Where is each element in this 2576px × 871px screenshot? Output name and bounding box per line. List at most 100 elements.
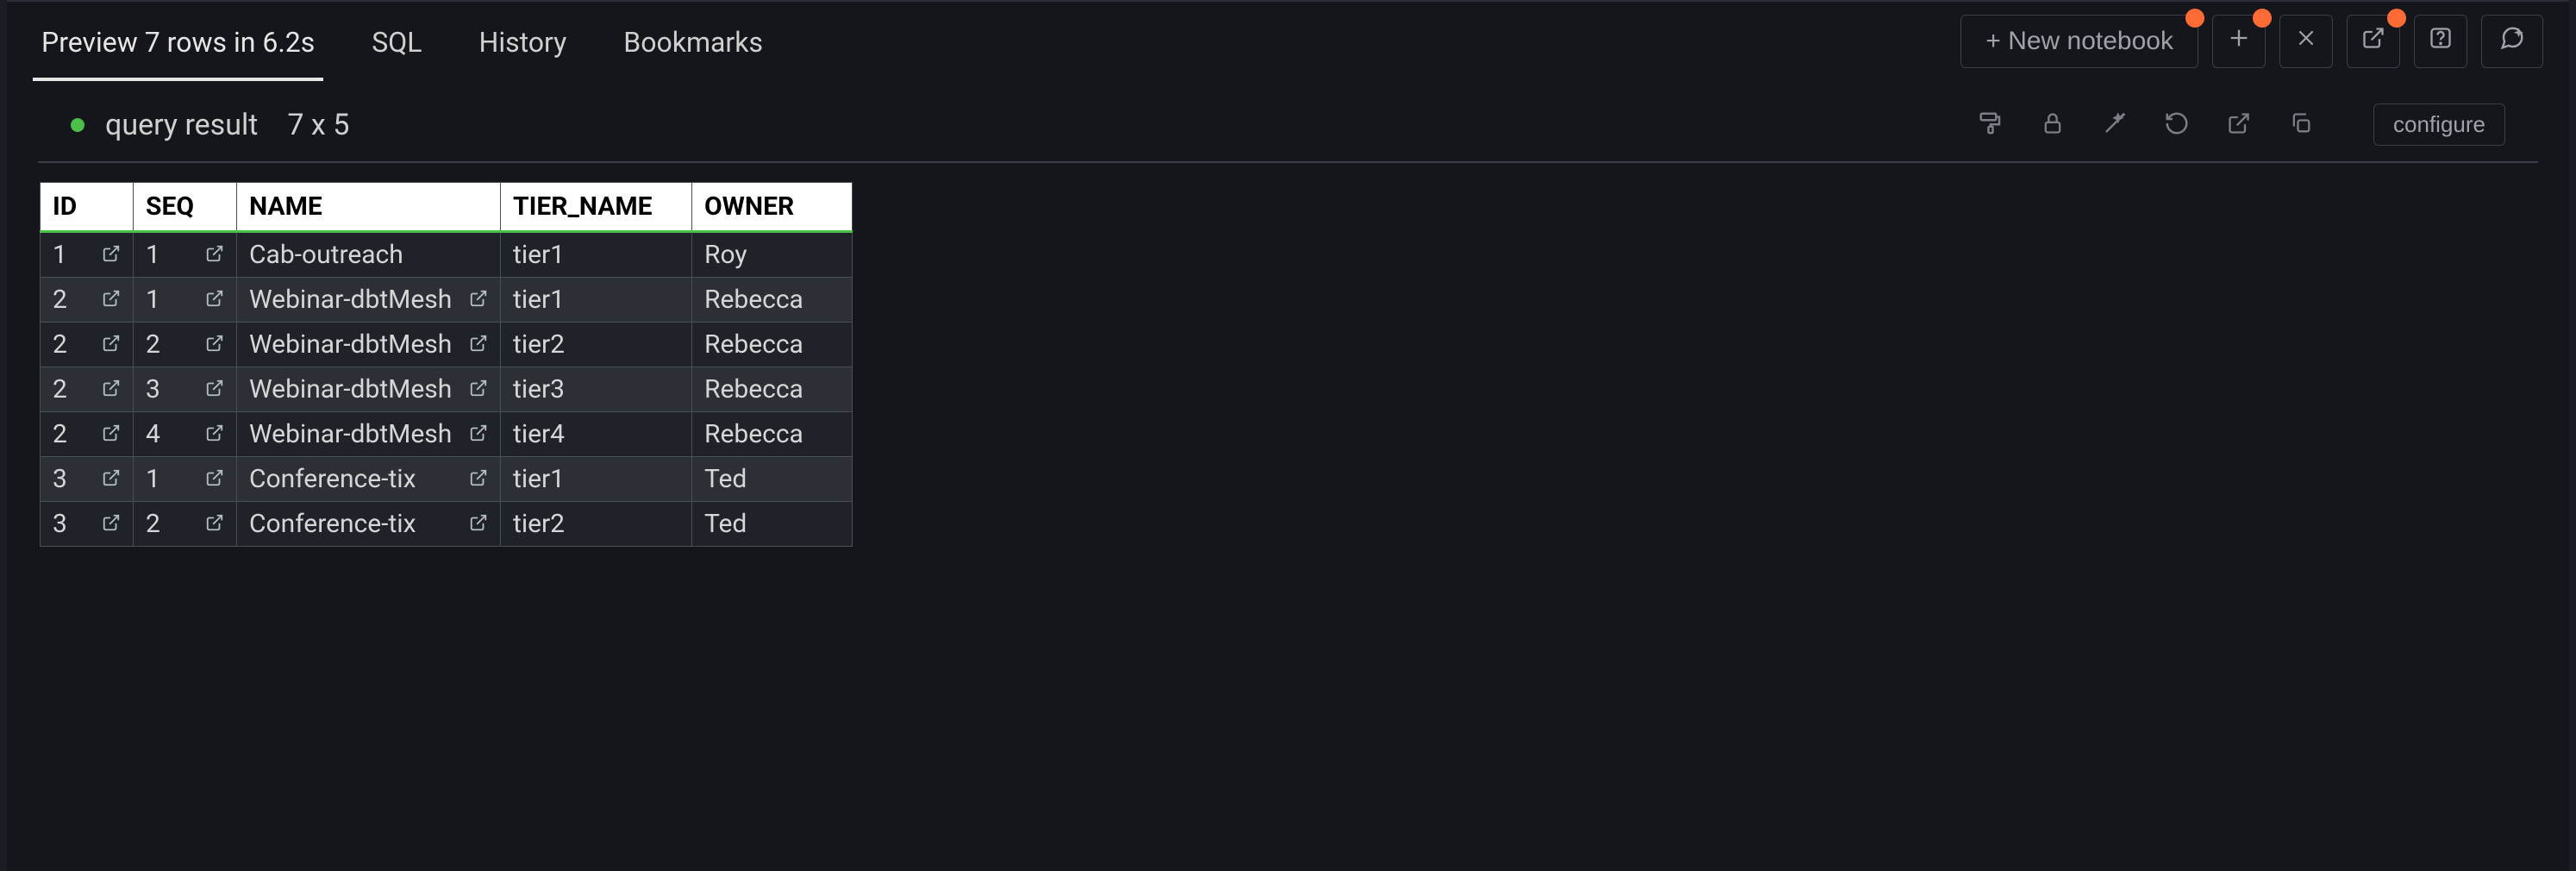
column-header-owner[interactable]: OWNER xyxy=(692,183,853,232)
external-link-icon xyxy=(2361,26,2385,57)
new-notebook-button[interactable]: + New notebook xyxy=(1960,15,2198,68)
open-external-button[interactable] xyxy=(2347,15,2400,68)
notification-dot-icon xyxy=(2185,9,2204,28)
cell-id-value: 3 xyxy=(53,509,67,539)
cell-tier-name: tier1 xyxy=(501,232,692,278)
external-link-icon[interactable] xyxy=(469,464,488,494)
cell-id-value: 2 xyxy=(53,285,67,315)
cell-tier-name: tier2 xyxy=(501,502,692,547)
external-link-icon[interactable] xyxy=(102,240,121,270)
cell-name[interactable]: Webinar-dbtMesh xyxy=(237,412,501,457)
undo-icon xyxy=(2164,110,2190,140)
result-title: query result xyxy=(105,108,258,142)
cell-seq[interactable]: 4 xyxy=(134,412,237,457)
tab-preview[interactable]: Preview 7 rows in 6.2s xyxy=(33,2,323,81)
cell-seq-value: 2 xyxy=(146,509,160,539)
cell-id-value: 1 xyxy=(53,240,67,270)
close-icon xyxy=(2295,27,2317,56)
cell-id[interactable]: 3 xyxy=(41,457,134,502)
help-button[interactable] xyxy=(2414,15,2467,68)
cell-name-value: Webinar-dbtMesh xyxy=(249,285,452,315)
cell-id[interactable]: 1 xyxy=(41,232,134,278)
table-row: 21Webinar-dbtMeshtier1Rebecca xyxy=(41,278,853,323)
cell-id[interactable]: 2 xyxy=(41,323,134,367)
column-header-tier-name[interactable]: TIER_NAME xyxy=(501,183,692,232)
results-table: ID SEQ NAME TIER_NAME OWNER 1 1 Cab-outrea… xyxy=(40,182,853,547)
external-link-icon[interactable] xyxy=(102,419,121,449)
external-link-icon[interactable] xyxy=(205,240,224,270)
cell-id[interactable]: 2 xyxy=(41,412,134,457)
status-dot-icon xyxy=(71,118,84,132)
external-link-icon[interactable] xyxy=(102,329,121,360)
cell-seq-value: 1 xyxy=(146,285,160,315)
cell-seq[interactable]: 1 xyxy=(134,232,237,278)
chat-button[interactable] xyxy=(2481,15,2543,68)
cell-name-value: Conference-tix xyxy=(249,464,416,494)
external-link-icon[interactable] xyxy=(469,285,488,315)
column-header-id[interactable]: ID xyxy=(41,183,134,232)
cell-id-value: 3 xyxy=(53,464,67,494)
close-button[interactable] xyxy=(2279,15,2333,68)
tab-sql[interactable]: SQL xyxy=(363,2,430,81)
external-link-icon[interactable] xyxy=(205,374,224,404)
lock-button[interactable] xyxy=(2037,110,2068,141)
external-link-icon[interactable] xyxy=(469,509,488,539)
cell-seq[interactable]: 1 xyxy=(134,278,237,323)
cell-name[interactable]: Cab-outreach xyxy=(237,232,501,278)
cell-seq[interactable]: 2 xyxy=(134,323,237,367)
cell-name[interactable]: Conference-tix xyxy=(237,457,501,502)
cell-owner: Ted xyxy=(692,502,853,547)
cell-name[interactable]: Webinar-dbtMesh xyxy=(237,367,501,412)
popout-button[interactable] xyxy=(2223,110,2254,141)
cell-seq[interactable]: 3 xyxy=(134,367,237,412)
cell-owner: Rebecca xyxy=(692,323,853,367)
table-row: 11Cab-outreachtier1Roy xyxy=(41,232,853,278)
external-link-icon[interactable] xyxy=(102,464,121,494)
configure-button[interactable]: configure xyxy=(2373,103,2505,146)
external-link-icon[interactable] xyxy=(469,329,488,360)
cell-seq[interactable]: 1 xyxy=(134,457,237,502)
external-link-icon[interactable] xyxy=(102,374,121,404)
format-button[interactable] xyxy=(1975,110,2006,141)
notebook-toolbar: + New notebook xyxy=(1960,15,2543,68)
cell-seq[interactable]: 2 xyxy=(134,502,237,547)
external-link-icon[interactable] xyxy=(205,419,224,449)
cell-name[interactable]: Webinar-dbtMesh xyxy=(237,278,501,323)
external-link-icon[interactable] xyxy=(102,509,121,539)
cell-seq-value: 1 xyxy=(146,240,160,270)
cell-id-value: 2 xyxy=(53,374,67,404)
tabs-row: Preview 7 rows in 6.2s SQL History Bookm… xyxy=(7,2,2569,81)
column-header-seq[interactable]: SEQ xyxy=(134,183,237,232)
cell-owner: Rebecca xyxy=(692,278,853,323)
table-row: 2 4Webinar-dbtMeshtier4Rebecca xyxy=(41,412,853,457)
column-header-name[interactable]: NAME xyxy=(237,183,501,232)
cell-name-value: Conference-tix xyxy=(249,509,416,539)
cell-id[interactable]: 3 xyxy=(41,502,134,547)
external-link-icon[interactable] xyxy=(102,285,121,315)
copy-button[interactable] xyxy=(2285,110,2317,141)
cell-tier-name: tier4 xyxy=(501,412,692,457)
plus-icon xyxy=(2227,26,2251,57)
add-button[interactable] xyxy=(2212,15,2266,68)
tab-history[interactable]: History xyxy=(471,2,576,81)
cell-owner: Rebecca xyxy=(692,412,853,457)
magic-button[interactable] xyxy=(2099,110,2130,141)
cell-id[interactable]: 2 xyxy=(41,367,134,412)
cell-name[interactable]: Conference-tix xyxy=(237,502,501,547)
table-row: 23Webinar-dbtMeshtier3Rebecca xyxy=(41,367,853,412)
cell-owner: Rebecca xyxy=(692,367,853,412)
external-link-icon[interactable] xyxy=(205,285,224,315)
cell-id[interactable]: 2 xyxy=(41,278,134,323)
cell-name[interactable]: Webinar-dbtMesh xyxy=(237,323,501,367)
cell-name-value: Cab-outreach xyxy=(249,240,403,270)
cell-owner: Ted xyxy=(692,457,853,502)
tab-bookmarks[interactable]: Bookmarks xyxy=(615,2,772,81)
external-link-icon[interactable] xyxy=(205,329,224,360)
external-link-icon[interactable] xyxy=(469,419,488,449)
external-link-icon[interactable] xyxy=(205,509,224,539)
cell-id-value: 2 xyxy=(53,329,67,360)
external-link-icon[interactable] xyxy=(469,374,488,404)
undo-button[interactable] xyxy=(2161,110,2192,141)
external-link-icon[interactable] xyxy=(205,464,224,494)
cell-id-value: 2 xyxy=(53,419,67,449)
